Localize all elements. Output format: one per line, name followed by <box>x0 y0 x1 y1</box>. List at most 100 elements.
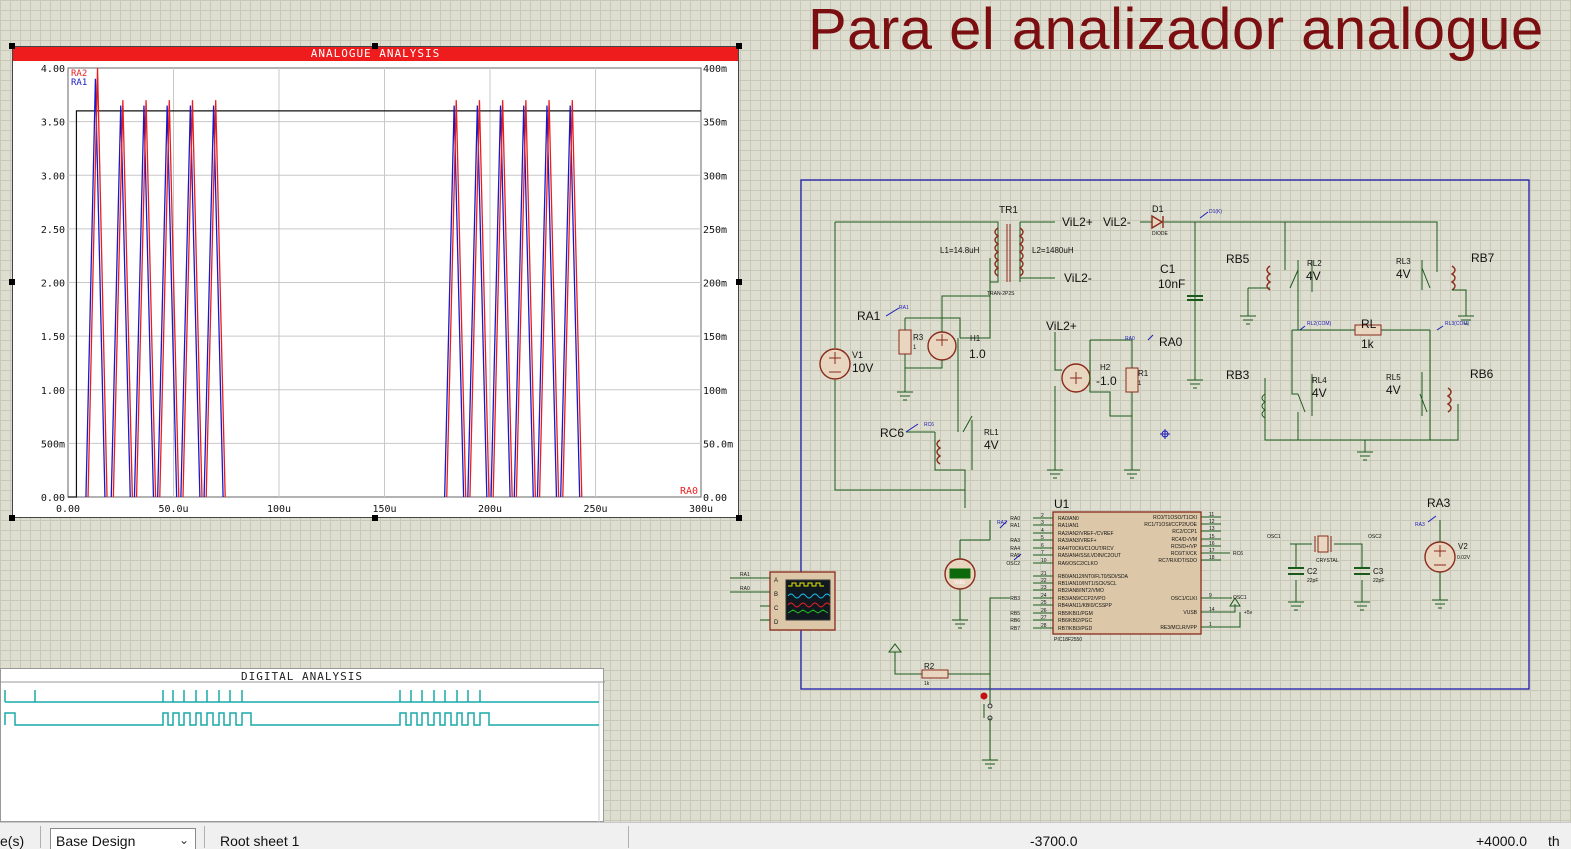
resize-handle-top-right[interactable] <box>736 43 742 49</box>
chip-pin-name: RA4/T0CKI/C1OUT/RCV <box>1058 546 1114 552</box>
analogue-analysis-graph[interactable]: 4.00 3.50 3.00 2.50 2.00 1.50 1.00 500m 0.00 400m… <box>12 46 739 518</box>
rl5-label: RL5 <box>1386 373 1401 382</box>
chip-pin-number: 12 <box>1209 519 1215 525</box>
osc1-label: OSC1 <box>1267 534 1281 540</box>
scope-channel-c: C <box>774 606 779 612</box>
crystal-label: CRYSTAL <box>1316 558 1339 564</box>
resize-handle-bottom-left[interactable] <box>9 515 15 521</box>
tran-label: TRAN-2P2S <box>987 291 1015 297</box>
rl5-value: 4V <box>1386 383 1401 397</box>
cursor-y-coordinate: +4000.0 <box>1476 833 1527 849</box>
chip-pin-number: 1 <box>1209 622 1212 628</box>
chip-pin-net: RA4 <box>1010 546 1020 552</box>
rb5-label: RB5 <box>1226 252 1250 266</box>
chip-pin-net: RB5 <box>1010 611 1020 617</box>
chip-pin-number: 3 <box>1041 520 1044 526</box>
rl-label: RL <box>1361 317 1377 331</box>
rb6-label: RB6 <box>1470 367 1494 381</box>
chip-pin-name: RB5/KBI1/PGM <box>1058 611 1093 617</box>
chip-pin-number: 24 <box>1041 593 1047 599</box>
y-tick-right: 150m <box>703 332 727 343</box>
d1-label: D1 <box>1152 204 1164 214</box>
chip-pin-number: 7 <box>1041 550 1044 556</box>
chip-pin-name: RB0/AN12/INT0/FLT0/SDI/SDA <box>1058 574 1129 580</box>
chip-pin-number: 26 <box>1041 608 1047 614</box>
chip-pin-name: RE3/MCLR/VPP <box>1160 625 1197 631</box>
sheet-name[interactable]: Root sheet 1 <box>220 833 299 849</box>
chip-pin-name: RB4/AN11/KBI0/CSSPP <box>1058 603 1112 609</box>
rl3com-probe-label: RL3(COM) <box>1445 321 1470 327</box>
chip-pin-net: RA0 <box>1010 516 1020 522</box>
h1-source-symbol <box>927 331 957 361</box>
chip-pin-number: 22 <box>1041 578 1047 584</box>
y-tick-left: 1.50 <box>41 332 65 343</box>
rl3-value: 4V <box>1396 267 1411 281</box>
y-tick-left: 0.00 <box>41 493 65 504</box>
vil2m-label-b: ViL2- <box>1064 271 1092 285</box>
chip-pin-net: RB3 <box>1010 596 1020 602</box>
resize-handle-top-left[interactable] <box>9 43 15 49</box>
scope-input-a-label: RA1 <box>740 572 750 578</box>
v2-value: 0.02V <box>1457 555 1471 561</box>
chip-pin-name: RB1/AN10/INT1/SCK/SCL <box>1058 581 1117 587</box>
rc6-label: RC6 <box>880 426 904 440</box>
ra1-probe-label: RA1 <box>899 305 909 311</box>
rl4-value: 4V <box>1312 386 1327 400</box>
rb7-label: RB7 <box>1471 251 1495 265</box>
design-variant-dropdown[interactable]: Base Design ⌄ <box>50 828 196 849</box>
rb3-label: RB3 <box>1226 368 1250 382</box>
status-partial-label: e(s) <box>0 833 25 849</box>
h1-label: H1 <box>970 334 981 343</box>
chip-pin-number: 5 <box>1041 535 1044 541</box>
resize-handle-left[interactable] <box>9 279 15 285</box>
x-tick: 250u <box>583 504 607 515</box>
y-tick-left: 2.00 <box>41 279 65 290</box>
legend-ra0: RA0 <box>680 486 698 497</box>
chip-pin-name: RB3/AN9/CCP2/VPO <box>1058 596 1106 602</box>
resize-handle-right[interactable] <box>736 279 742 285</box>
c3-value: 22pF <box>1373 578 1384 584</box>
chip-pin-name: RA1/AN1 <box>1058 523 1079 529</box>
x-tick: 150u <box>372 504 396 515</box>
chip-pin-number: 18 <box>1209 555 1215 561</box>
design-variant-value: Base Design <box>56 833 136 849</box>
digital-graph-plot <box>1 681 605 823</box>
vil2p-label-a: ViL2+ <box>1062 215 1093 229</box>
oscilloscope-instrument <box>769 571 836 631</box>
r1-value: 1 <box>1138 381 1142 387</box>
v2-source-symbol <box>1424 541 1456 573</box>
tr1-label: TR1 <box>999 205 1018 216</box>
chip-pin-net: RB7 <box>1010 626 1020 632</box>
v1-value: 10V <box>852 361 873 375</box>
ra1-label: RA1 <box>857 309 881 323</box>
u1-label: U1 <box>1054 497 1070 511</box>
ra3-probe-label: RA3 <box>1415 522 1425 528</box>
rc6-probe-label: RC6 <box>924 422 934 428</box>
l2-label: L2=1480uH <box>1032 246 1074 255</box>
d1k-probe-label: D1(K) <box>1209 209 1222 215</box>
h2-source-symbol <box>1061 363 1091 393</box>
chip-pin-net: OSC2 <box>1006 561 1020 567</box>
chip-pin-number: 27 <box>1041 615 1047 621</box>
chip-pin-name: RC5/D+/VP <box>1171 544 1198 550</box>
resize-handle-bottom-right[interactable] <box>736 515 742 521</box>
chip-pin-name: RA6/OSC2/CLKO <box>1058 561 1098 567</box>
resize-handle-top[interactable] <box>372 43 378 49</box>
schematic-canvas[interactable]: Para el analizador analogue 4.00 3.50 3.00… <box>0 0 1571 823</box>
chip-pin-name: RA5/AN4/SS/LVDIN/C2OUT <box>1058 553 1121 559</box>
x-tick: 100u <box>267 504 291 515</box>
scope-channel-b: B <box>774 592 778 598</box>
chip-pin-net: RB6 <box>1010 618 1020 624</box>
chip-pin-name: RB7/KBI3/PGD <box>1058 626 1093 632</box>
digital-analysis-graph[interactable]: DIGITAL ANALYSIS <box>0 668 605 823</box>
chip-pin-number: 23 <box>1041 585 1047 591</box>
chip-pin-number: 28 <box>1041 623 1047 629</box>
rl-value: 1k <box>1361 337 1375 351</box>
chip-pin-number: 2 <box>1041 513 1044 519</box>
h1-value: 1.0 <box>969 347 986 361</box>
chip-pin-name: RC1/T1OSI/CCP2/UOE <box>1144 522 1197 528</box>
resize-handle-bottom[interactable] <box>372 515 378 521</box>
r1-label: R1 <box>1138 369 1149 378</box>
x-tick: 300u <box>689 504 713 515</box>
chip-pin-number: 21 <box>1041 571 1047 577</box>
